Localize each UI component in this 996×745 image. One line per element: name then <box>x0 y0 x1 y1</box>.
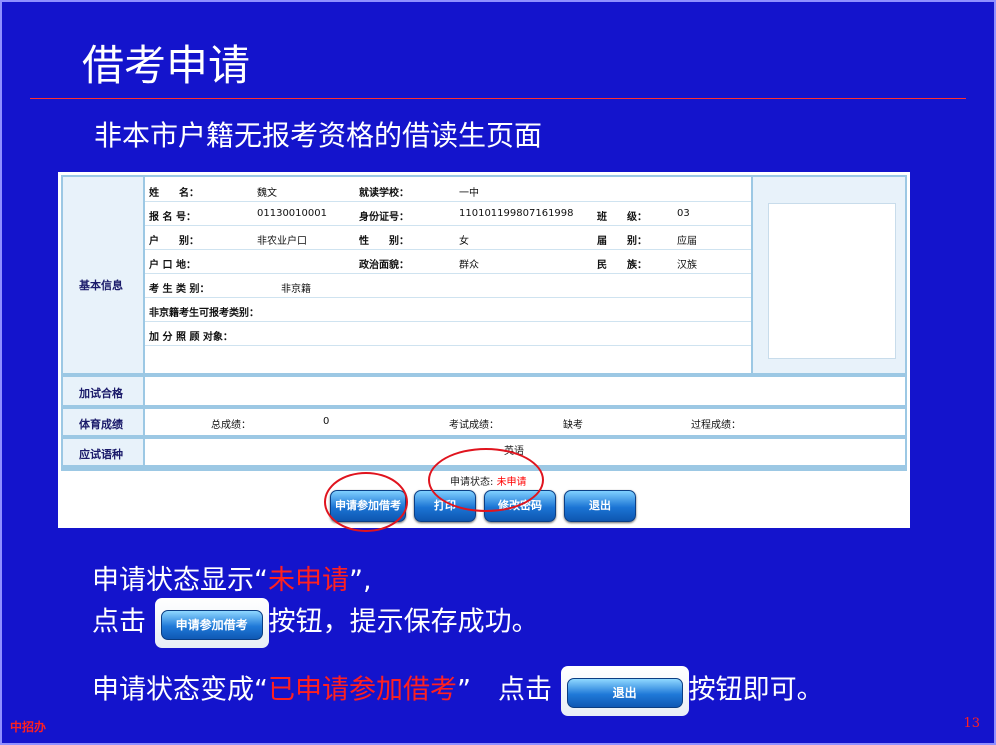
id-value: 110101199807161998 <box>459 208 574 219</box>
hukou-type-value: 非农业户口 <box>257 236 307 247</box>
category-label: 考 生 类 别： <box>149 284 210 295</box>
exit-button-illustration: 退出 <box>560 666 689 716</box>
form-frame: 基本信息 姓 名： 魏文 就读学校： 一中 报 名 号： 01130010001… <box>61 175 907 471</box>
category-value: 非京籍 <box>281 284 311 295</box>
pe-total-value: 0 <box>323 416 330 427</box>
pe-value-cell <box>145 409 905 435</box>
title-divider <box>30 98 966 99</box>
row-divider <box>145 273 751 274</box>
politics-label: 政治面貌： <box>359 260 409 271</box>
session-label: 届 别： <box>597 236 647 247</box>
slide-title: 借考申请 <box>82 41 251 90</box>
row-divider <box>145 201 751 202</box>
regno-value: 01130010001 <box>257 208 327 219</box>
pe-process-label: 过程成绩： <box>691 420 741 431</box>
page-number: 13 <box>963 716 980 731</box>
lang-label: 应试语种 <box>79 448 123 461</box>
addtest-label: 加试合格 <box>79 387 123 400</box>
basic-info-fields <box>145 177 751 373</box>
bullet-after-apply: 申请状态变成“已申请参加借考” 点击 退出 按钮即可。 <box>92 666 824 716</box>
pe-exam-label: 考试成绩： <box>449 420 499 431</box>
apply-button-illustration: 申请参加借考 <box>154 598 269 648</box>
photo-placeholder <box>768 203 896 359</box>
politics-value: 群众 <box>459 260 479 271</box>
bullet-status: 申请状态显示“未申请”, <box>92 565 372 596</box>
slide-subtitle: 非本市户籍无报考资格的借读生页面 <box>94 119 543 152</box>
ethnicity-label: 民 族： <box>597 260 647 271</box>
pe-exam-value: 缺考 <box>563 420 583 431</box>
row-divider <box>145 249 751 250</box>
hukou-type-label: 户 别： <box>149 236 199 247</box>
name-value: 魏文 <box>257 188 277 199</box>
class-value: 03 <box>677 208 690 219</box>
gender-value: 女 <box>459 236 469 247</box>
basic-info-label: 基本信息 <box>79 279 123 292</box>
school-value: 一中 <box>459 188 479 199</box>
regno-label: 报 名 号： <box>149 212 196 223</box>
name-label: 姓 名： <box>149 188 199 199</box>
highlight-circle-status <box>428 448 544 512</box>
slide: 借考申请 非本市户籍无报考资格的借读生页面 基本信息 姓 名： 魏文 就读学校：… <box>0 0 996 745</box>
highlight-circle-apply <box>324 472 408 532</box>
gender-label: 性 别： <box>359 236 409 247</box>
bullet-click-apply: 点击 申请参加借考 按钮，提示保存成功。 <box>92 598 539 648</box>
bonus-label: 加 分 照 顾 对象： <box>149 332 233 343</box>
row-divider <box>145 321 751 322</box>
form-screenshot: 基本信息 姓 名： 魏文 就读学校： 一中 报 名 号： 01130010001… <box>58 172 910 532</box>
class-label: 班 级： <box>597 212 647 223</box>
session-value: 应届 <box>677 236 697 247</box>
addtest-value-cell <box>145 377 905 405</box>
basic-info-label-cell <box>63 177 143 373</box>
row-divider <box>145 297 751 298</box>
school-label: 就读学校： <box>359 188 409 199</box>
id-label: 身份证号： <box>359 212 409 223</box>
pe-total-label: 总成绩： <box>211 420 251 431</box>
pe-label: 体育成绩 <box>79 418 123 431</box>
exit-button[interactable]: 退出 <box>564 490 636 522</box>
nonbj-category-label: 非京籍考生可报考类别： <box>149 308 259 319</box>
row-divider <box>145 225 751 226</box>
footer-org: 中招办 <box>10 720 47 734</box>
hukou-place-label: 户 口 地： <box>149 260 196 271</box>
ethnicity-value: 汉族 <box>677 260 697 271</box>
row-divider <box>145 345 751 346</box>
